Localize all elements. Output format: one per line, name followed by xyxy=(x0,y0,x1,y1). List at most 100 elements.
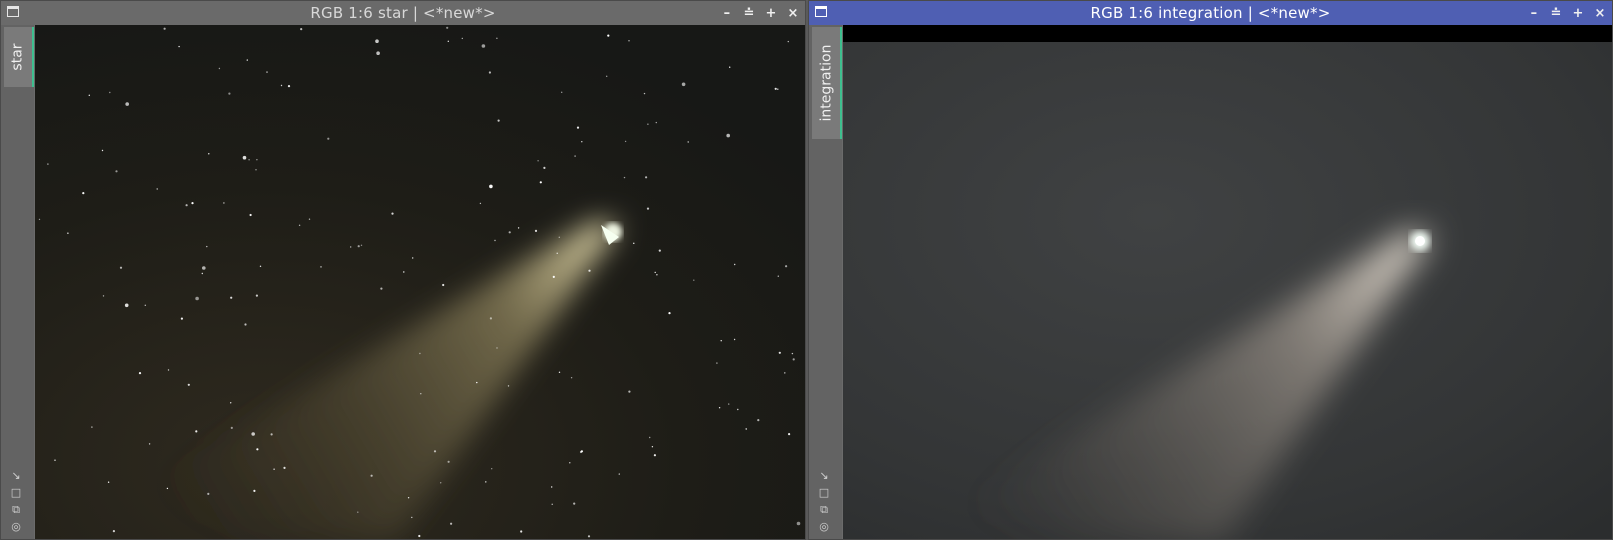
star-point xyxy=(681,82,686,87)
star-point xyxy=(418,534,421,538)
view-sidebar: star ↘ □ ⧉ ◎ xyxy=(1,25,34,539)
star-point xyxy=(489,317,492,320)
target-icon[interactable]: ◎ xyxy=(9,521,23,533)
image-window-star[interactable]: RGB 1:6 star | <*new*> – ≐ + × star ↘ □ … xyxy=(0,0,806,540)
image-window-integration[interactable]: RGB 1:6 integration | <*new*> – ≐ + × in… xyxy=(808,0,1613,540)
star-point xyxy=(391,212,394,215)
star-point xyxy=(357,245,360,248)
star-point xyxy=(208,153,210,155)
star-point xyxy=(287,85,291,88)
star-point xyxy=(628,40,630,42)
minimize-button[interactable]: – xyxy=(719,5,735,21)
star-point xyxy=(618,473,620,475)
zoom-icon[interactable]: □ xyxy=(9,487,23,499)
star-point xyxy=(607,34,610,37)
shade-button[interactable]: ≐ xyxy=(741,5,757,21)
zoom-icon[interactable]: □ xyxy=(817,487,831,499)
star-point xyxy=(489,184,493,189)
star-point xyxy=(266,71,268,73)
star-point xyxy=(534,229,538,232)
star-point xyxy=(774,87,777,90)
star-point xyxy=(144,304,146,306)
star-point xyxy=(570,377,573,379)
star-point xyxy=(327,137,330,140)
star-point xyxy=(539,181,542,184)
star-point xyxy=(242,155,247,160)
star-point xyxy=(148,443,151,445)
comet-integration-image xyxy=(843,25,1612,539)
star-point xyxy=(651,446,654,448)
star-point xyxy=(273,468,275,470)
maximize-button[interactable]: + xyxy=(763,5,779,21)
star-point xyxy=(757,419,760,422)
star-point xyxy=(729,66,731,68)
star-point xyxy=(270,433,273,436)
star-point xyxy=(508,231,511,234)
star-point xyxy=(446,26,449,29)
comet-star-image xyxy=(35,25,805,539)
star-point xyxy=(720,340,722,342)
window-titlebar[interactable]: RGB 1:6 star | <*new*> – ≐ + × xyxy=(1,1,805,25)
star-point xyxy=(693,279,695,281)
close-button[interactable]: × xyxy=(785,5,801,21)
star-point xyxy=(101,149,104,152)
star-point xyxy=(54,459,56,461)
star-point xyxy=(574,155,576,157)
star-point xyxy=(558,371,561,373)
star-point xyxy=(716,362,718,364)
star-point xyxy=(244,323,247,326)
window-icon[interactable] xyxy=(815,6,827,17)
star-point xyxy=(167,369,170,371)
star-point xyxy=(195,430,198,433)
star-point xyxy=(633,242,635,244)
star-point xyxy=(653,454,657,457)
view-sidebar: integration ↘ □ ⧉ ◎ xyxy=(809,25,842,539)
star-point xyxy=(138,372,142,375)
star-point xyxy=(551,503,553,505)
window-titlebar[interactable]: RGB 1:6 integration | <*new*> – ≐ + × xyxy=(809,1,1612,25)
star-point xyxy=(112,530,115,533)
image-viewport-star[interactable] xyxy=(35,25,805,539)
star-point xyxy=(407,497,410,499)
star-point xyxy=(300,28,303,31)
star-point xyxy=(125,102,129,106)
minimize-button[interactable]: – xyxy=(1526,5,1542,21)
image-viewport-integration[interactable] xyxy=(843,25,1612,539)
star-point xyxy=(787,40,789,43)
star-point xyxy=(246,59,248,61)
star-point xyxy=(777,275,779,277)
view-tab-star[interactable]: star xyxy=(4,27,34,87)
star-point xyxy=(185,204,188,207)
star-point xyxy=(230,296,233,299)
star-point xyxy=(649,436,651,439)
shade-button[interactable]: ≐ xyxy=(1548,5,1564,21)
star-point xyxy=(178,45,180,48)
star-point xyxy=(357,511,359,513)
star-point xyxy=(788,433,791,436)
maximize-button[interactable]: + xyxy=(1570,5,1586,21)
star-point xyxy=(623,176,626,179)
star-point xyxy=(726,133,730,138)
star-point xyxy=(251,432,255,436)
star-point xyxy=(447,460,450,463)
view-tab-integration[interactable]: integration xyxy=(812,27,842,139)
star-point xyxy=(628,390,631,393)
clone-icon[interactable]: ⧉ xyxy=(9,504,23,516)
close-button[interactable]: × xyxy=(1592,5,1608,21)
star-point xyxy=(580,450,584,453)
fit-view-icon[interactable]: ↘ xyxy=(817,470,831,482)
target-icon[interactable]: ◎ xyxy=(817,521,831,533)
fit-view-icon[interactable]: ↘ xyxy=(9,470,23,482)
window-icon[interactable] xyxy=(7,6,19,17)
star-point xyxy=(191,202,194,205)
star-point xyxy=(166,487,169,490)
star-point xyxy=(350,246,352,248)
star-point xyxy=(163,27,166,30)
star-point xyxy=(107,481,110,483)
star-point xyxy=(88,94,90,97)
view-tab-label: star xyxy=(10,43,26,71)
star-point xyxy=(520,530,523,533)
clone-icon[interactable]: ⧉ xyxy=(817,504,831,516)
star-point xyxy=(792,358,795,361)
star-point xyxy=(476,381,478,384)
